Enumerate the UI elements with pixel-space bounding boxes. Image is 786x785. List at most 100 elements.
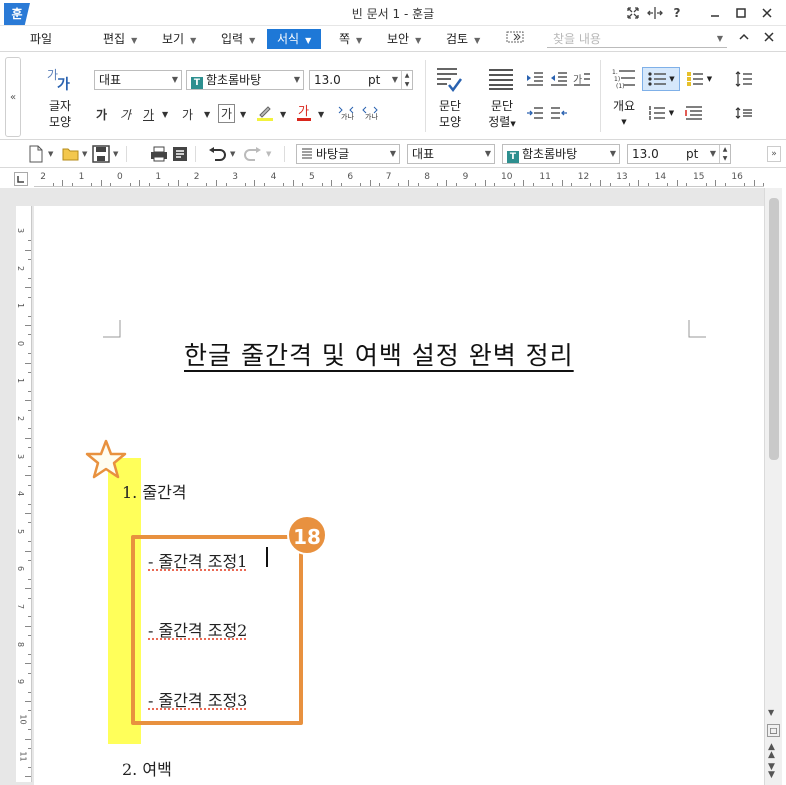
page-view-icon[interactable]: □ — [767, 724, 780, 737]
bold-button[interactable]: 가 — [96, 106, 107, 123]
toolbar-expand-icon[interactable]: » — [767, 146, 781, 162]
document-title[interactable]: 한글 줄간격 및 여백 설정 완벽 정리 — [184, 336, 574, 372]
menu-insert[interactable]: 입력 ▼ — [221, 29, 255, 49]
para-style-select[interactable]: 바탕글 ▼ — [296, 144, 400, 164]
menu-format[interactable]: 서식 ▼ — [267, 29, 321, 49]
border-dropdown-icon[interactable]: ▼ — [240, 110, 246, 119]
split-icon[interactable] — [644, 4, 666, 22]
numbered-list-icon[interactable]: ▼ — [644, 104, 678, 122]
open-dropdown-icon[interactable]: ▼ — [82, 150, 87, 158]
open-folder-icon[interactable] — [62, 146, 80, 165]
toolbar-size-field[interactable]: 13.0 pt ▼ ▲ ▼ — [627, 144, 731, 164]
char-spacing-wide-icon[interactable]: 가나 — [338, 104, 354, 123]
doc-close-icon[interactable] — [764, 31, 774, 45]
outline-item-1[interactable]: 1. 줄간격 — [122, 479, 187, 503]
para-shape-icon[interactable] — [434, 64, 464, 94]
ruler-label: 13 — [616, 172, 627, 182]
check-list-icon[interactable]: ▼ — [684, 70, 714, 88]
menu-more-icon[interactable] — [506, 29, 524, 49]
outline-label[interactable]: 개요 ▼ — [608, 98, 640, 130]
line-break-icon[interactable]: 가 — [572, 70, 592, 88]
new-doc-icon[interactable] — [28, 145, 44, 166]
para-shape-label[interactable]: 문단 모양 — [432, 98, 468, 130]
menu-review[interactable]: 검토 ▼ — [446, 29, 480, 49]
line-spacing-increase-icon[interactable] — [734, 70, 754, 88]
size-spinner[interactable]: ▲ ▼ — [401, 71, 412, 89]
prev-page-icon[interactable]: ▲ ▲ — [768, 743, 775, 759]
ruler-tick — [245, 183, 246, 186]
redo-icon[interactable] — [244, 147, 262, 164]
style-select[interactable]: 대표 ▼ — [94, 70, 182, 90]
left-margin-icon[interactable] — [525, 104, 545, 122]
help-icon[interactable]: ? — [666, 4, 688, 22]
redo-dropdown-icon[interactable]: ▼ — [266, 150, 271, 158]
line-spacing-decrease-icon[interactable] — [734, 104, 754, 122]
highlight-pen-icon[interactable] — [256, 103, 274, 124]
ruler-tick — [178, 180, 179, 186]
right-margin-icon[interactable] — [549, 104, 569, 122]
save-icon[interactable] — [92, 145, 110, 166]
search-input[interactable]: 찾을 내용 ▼ — [547, 30, 727, 48]
underline-dropdown-icon[interactable]: ▼ — [162, 110, 168, 119]
ruler-label: 15 — [693, 172, 704, 182]
save-dropdown-icon[interactable]: ▼ — [113, 150, 118, 158]
new-doc-dropdown-icon[interactable]: ▼ — [48, 150, 53, 158]
font-select[interactable]: T 함초롬바탕 ▼ — [186, 70, 304, 90]
ribbon-toggle-button[interactable]: « — [5, 57, 21, 137]
toolbar-separator — [284, 146, 285, 162]
highlight-dropdown-icon[interactable]: ▼ — [280, 110, 286, 119]
font-color-button[interactable]: 가 — [296, 103, 312, 124]
minimize-icon[interactable] — [702, 4, 728, 22]
close-icon[interactable] — [754, 4, 780, 22]
horizontal-ruler[interactable]: 2 1 0 1 2 3 4 5 6 7 8 9 10 11 12 13 14 15 16 — [34, 171, 764, 187]
ruler-tick — [494, 183, 495, 186]
strikethrough-button[interactable]: 가 — [182, 106, 193, 123]
scroll-thumb[interactable] — [769, 198, 779, 460]
font-color-dropdown-icon[interactable]: ▼ — [318, 110, 324, 119]
multi-level-list-icon[interactable] — [684, 104, 704, 122]
ruler-tick — [725, 183, 726, 186]
expand-icon[interactable] — [622, 4, 644, 22]
font-size-field[interactable]: 13.0 pt ▼ ▲ ▼ — [309, 70, 413, 90]
toolbar-font-select[interactable]: T 함초롬바탕 ▼ — [502, 144, 620, 164]
ruler-tick — [91, 183, 92, 186]
ruler-tick — [28, 767, 31, 768]
char-shape-label[interactable]: 글자 모양 — [42, 98, 78, 130]
svg-text:가나: 가나 — [365, 112, 378, 120]
menu-edit[interactable]: 편집 ▼ — [103, 29, 137, 49]
char-spacing-narrow-icon[interactable]: 가나 — [362, 104, 378, 123]
next-page-icon[interactable]: ▼ ▼ — [768, 763, 775, 779]
justify-icon[interactable] — [486, 66, 516, 92]
char-border-button[interactable]: 가 — [218, 104, 235, 123]
outline-icon[interactable]: 1. 1) (1) — [611, 66, 637, 92]
lang-style-select[interactable]: 대표 ▼ — [407, 144, 495, 164]
undo-dropdown-icon[interactable]: ▼ — [230, 150, 235, 158]
indent-increase-icon[interactable] — [525, 70, 545, 88]
scroll-down-icon[interactable]: ▼ — [768, 708, 774, 717]
ribbon-collapse-icon[interactable] — [739, 31, 749, 45]
menu-page[interactable]: 쪽 ▼ — [339, 29, 362, 49]
title-controls: ? — [622, 4, 780, 22]
menu-security[interactable]: 보안 ▼ — [387, 29, 421, 49]
indent-decrease-icon[interactable] — [549, 70, 569, 88]
preview-icon[interactable] — [172, 146, 188, 165]
para-align-label[interactable]: 문단 정렬▼ — [482, 98, 522, 132]
outline-item-2[interactable]: 2. 여백 — [122, 756, 172, 780]
print-icon[interactable] — [150, 146, 168, 165]
ruler-tick — [130, 183, 131, 186]
char-shape-icon[interactable]: 가가 — [44, 64, 76, 94]
ruler-tick — [648, 183, 649, 186]
menu-file[interactable]: 파일 — [30, 29, 52, 49]
vertical-ruler[interactable]: 3 2 1 0 1 2 3 4 5 6 7 8 9 10 11 — [16, 206, 32, 782]
menu-view[interactable]: 보기 ▼ — [162, 29, 196, 49]
undo-icon[interactable] — [208, 147, 226, 164]
maximize-icon[interactable] — [728, 4, 754, 22]
bullet-list-button[interactable]: ▼ — [642, 67, 680, 91]
italic-button[interactable]: 가 — [120, 106, 131, 123]
toolbar-size-spinner[interactable]: ▲ ▼ — [719, 145, 730, 163]
strike-dropdown-icon[interactable]: ▼ — [204, 110, 210, 119]
ruler-tick — [744, 183, 745, 186]
underline-button[interactable]: 가 — [143, 106, 154, 123]
vertical-scrollbar[interactable]: ▼ □ ▲ ▲ ▼ ▼ — [764, 188, 782, 785]
ruler-corner-button[interactable] — [14, 172, 28, 186]
